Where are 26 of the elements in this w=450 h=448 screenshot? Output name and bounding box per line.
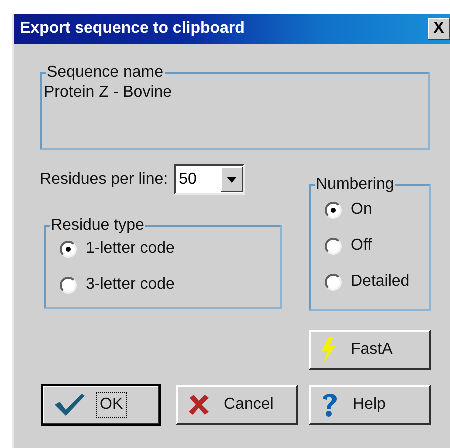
cancel-button[interactable]: Cancel (176, 385, 298, 425)
cross-icon (188, 394, 210, 416)
ok-button[interactable]: OK (42, 385, 160, 425)
group-label: Residue type (50, 217, 146, 235)
radio-label: 3-letter code (86, 276, 175, 294)
help-button[interactable]: Help (309, 385, 431, 425)
close-button[interactable]: X (428, 18, 450, 40)
residues-label: Residues per line: (40, 170, 168, 188)
radio-label: 1-letter code (86, 240, 175, 258)
radio-button[interactable] (60, 240, 77, 258)
radio-button[interactable] (325, 238, 342, 254)
radio-label: On (351, 201, 372, 219)
radio-button[interactable] (325, 274, 342, 290)
radio-button[interactable] (325, 202, 342, 218)
window-title: Export sequence to clipboard (20, 20, 245, 38)
residues-dropdown[interactable]: 50 (174, 164, 246, 195)
group-label: Numbering (315, 176, 396, 194)
lightning-icon (321, 337, 337, 363)
checkmark-icon (54, 393, 86, 417)
question-mark-icon (321, 392, 339, 418)
group-label: Sequence name (46, 64, 165, 82)
radio-label: Off (351, 237, 372, 255)
fasta-button[interactable]: FastA (309, 330, 431, 370)
sequence-name-text: Protein Z - Bovine (44, 84, 174, 102)
radio-button[interactable] (60, 276, 77, 294)
radio-label: Detailed (351, 273, 410, 291)
